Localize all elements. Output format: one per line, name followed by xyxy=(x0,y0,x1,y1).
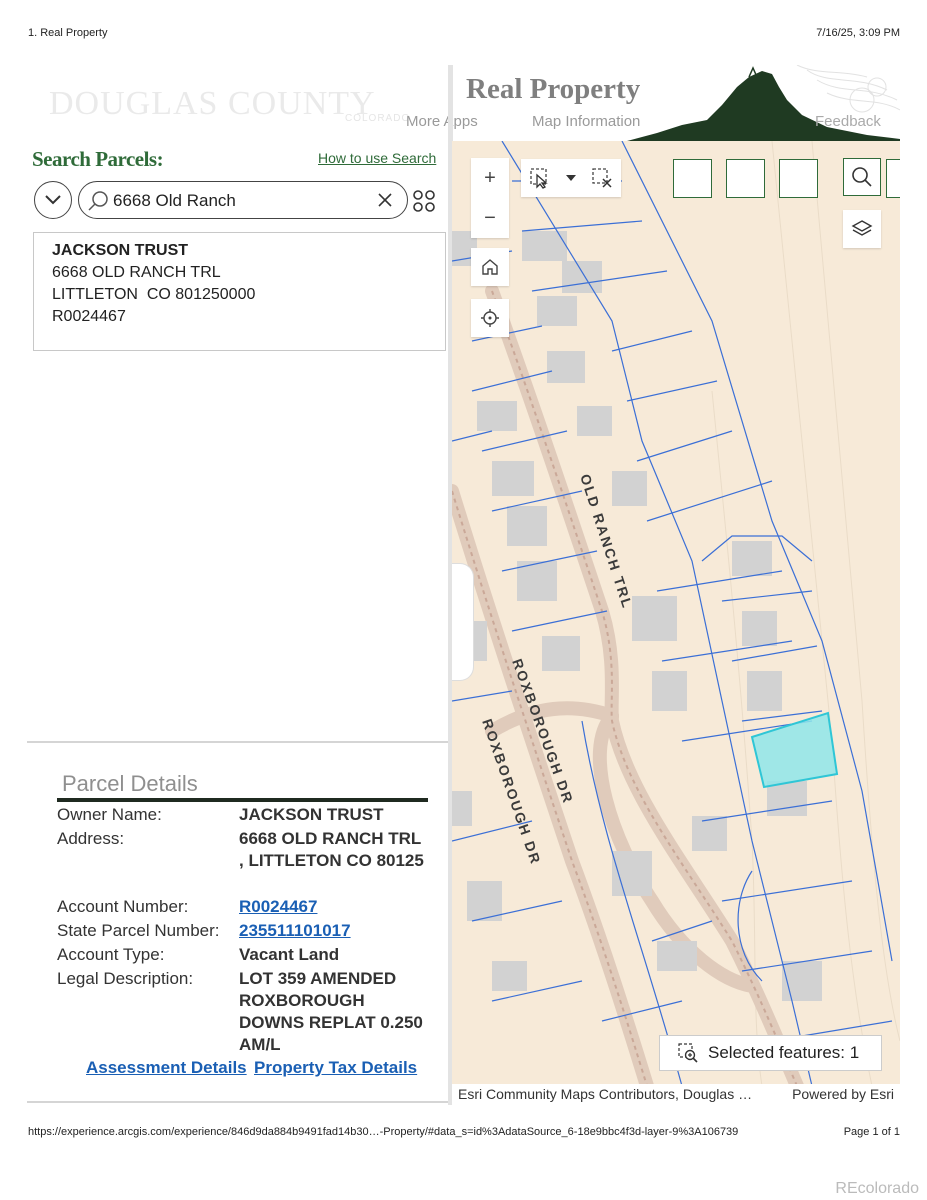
county-logo-text: DOUGLAS COUNTY xyxy=(49,85,376,122)
result-account: R0024467 xyxy=(52,308,126,325)
how-to-use-search-link[interactable]: How to use Search xyxy=(318,150,436,166)
zoom-to-selection-icon xyxy=(678,1043,698,1063)
state-parcel-number-link[interactable]: 235511101017 xyxy=(239,921,351,940)
close-icon[interactable] xyxy=(377,192,393,208)
county-logo: DOUGLAS COUNTY xyxy=(49,85,376,123)
nav-map-information[interactable]: Map Information xyxy=(532,113,640,130)
search-source-dropdown-button[interactable] xyxy=(34,181,72,219)
parcel-details-rule xyxy=(57,798,428,802)
locate-icon xyxy=(481,309,499,327)
property-tax-details-link[interactable]: Property Tax Details xyxy=(254,1058,417,1078)
result-address-line2: LITTLETON CO 801250000 xyxy=(52,286,256,303)
map-search-button[interactable] xyxy=(843,158,881,196)
layers-icon xyxy=(851,220,873,236)
locate-button[interactable] xyxy=(471,299,509,337)
zoom-out-button[interactable]: − xyxy=(471,198,509,238)
print-header-title: 1. Real Property xyxy=(28,27,108,39)
print-footer-page: Page 1 of 1 xyxy=(843,1126,900,1138)
panel-divider xyxy=(27,741,452,743)
home-button[interactable] xyxy=(471,248,509,286)
value-legal-description: LOT 359 AMENDED ROXBOROUGH DOWNS REPLAT … xyxy=(239,969,423,1054)
nav-more-apps[interactable]: More Apps xyxy=(406,113,478,130)
clear-selection-icon[interactable] xyxy=(591,167,613,189)
grid-icon[interactable] xyxy=(412,189,436,213)
select-cursor-icon[interactable] xyxy=(529,167,551,189)
account-number-link[interactable]: R0024467 xyxy=(239,897,317,916)
map-tool-button-3[interactable] xyxy=(779,159,818,198)
map-tool-button-1[interactable] xyxy=(673,159,712,198)
label-legal-description: Legal Description: xyxy=(57,969,194,988)
print-footer-url: https://experience.arcgis.com/experience… xyxy=(28,1126,739,1138)
selection-toolbar xyxy=(521,159,621,197)
home-icon xyxy=(482,259,498,275)
minus-icon: − xyxy=(484,206,496,229)
search-panel-title: Search Parcels: xyxy=(32,147,164,171)
watermark: REcolorado xyxy=(835,1180,919,1197)
caret-down-icon[interactable] xyxy=(565,174,576,182)
chevron-down-icon xyxy=(45,195,61,205)
attribution-text: Esri Community Maps Contributors, Dougla… xyxy=(458,1086,753,1102)
value-address: 6668 OLD RANCH TRL , LITTLETON CO 80125 xyxy=(239,829,424,870)
map-tool-button-5[interactable] xyxy=(886,159,900,198)
value-owner-name: JACKSON TRUST xyxy=(239,805,384,824)
panel-collapse-handle[interactable] xyxy=(452,563,474,681)
print-header-timestamp: 7/16/25, 3:09 PM xyxy=(816,27,900,39)
powered-by-esri-link[interactable]: Powered by Esri xyxy=(792,1084,894,1104)
selected-features-label: Selected features: 1 xyxy=(708,1043,860,1062)
assessment-details-link[interactable]: Assessment Details xyxy=(86,1058,247,1078)
value-account-type: Vacant Land xyxy=(239,945,340,964)
selected-features-button[interactable]: Selected features: 1 xyxy=(659,1035,882,1071)
map-tool-button-2[interactable] xyxy=(726,159,765,198)
search-result-card[interactable]: JACKSON TRUST 6668 OLD RANCH TRL LITTLET… xyxy=(33,232,446,351)
layers-button[interactable] xyxy=(843,210,881,248)
search-input-value: 6668 Old Ranch xyxy=(113,191,236,210)
result-address-line1: 6668 OLD RANCH TRL xyxy=(52,264,221,281)
app-title: Real Property xyxy=(466,73,641,105)
parcel-map[interactable]: OLD RANCH TRL ROXBOROUGH DR ROXBOROUGH D… xyxy=(452,141,900,1086)
county-logo-subtitle: COLORADO xyxy=(345,113,411,124)
search-input[interactable]: 6668 Old Ranch xyxy=(78,181,408,219)
label-account-number: Account Number: xyxy=(57,897,189,916)
zoom-in-button[interactable]: + xyxy=(471,158,509,198)
plus-icon: + xyxy=(484,166,496,189)
result-owner: JACKSON TRUST xyxy=(52,242,189,259)
search-icon xyxy=(852,167,872,187)
label-address: Address: xyxy=(57,829,125,848)
map-attribution: Esri Community Maps Contributors, Dougla… xyxy=(452,1084,900,1105)
panel-bottom-divider xyxy=(27,1101,452,1103)
nav-feedback[interactable]: Feedback xyxy=(815,113,881,130)
search-icon xyxy=(88,191,108,211)
parcel-details-title: Parcel Details xyxy=(62,771,198,796)
selected-parcel xyxy=(750,711,839,789)
label-account-type: Account Type: xyxy=(57,945,165,964)
app-banner: DOUGLAS COUNTY COLORADO Real Property Mo… xyxy=(27,65,900,141)
label-state-parcel-number: State Parcel Number: xyxy=(57,921,220,940)
label-owner-name: Owner Name: xyxy=(57,805,162,824)
map-basemap: OLD RANCH TRL ROXBOROUGH DR ROXBOROUGH D… xyxy=(452,141,900,1086)
zoom-control: + − xyxy=(471,158,509,238)
